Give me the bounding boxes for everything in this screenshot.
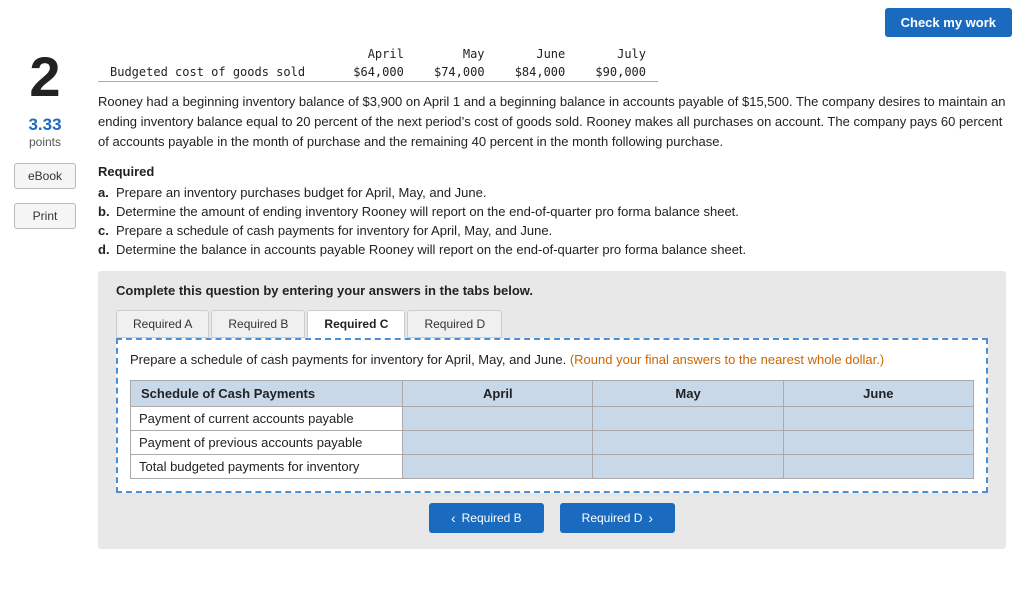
row3-june-cell[interactable] bbox=[783, 454, 973, 478]
required-item-d: d. Determine the balance in accounts pay… bbox=[98, 242, 1006, 257]
problem-text: Rooney had a beginning inventory balance… bbox=[98, 92, 1006, 152]
budget-april: $64,000 bbox=[335, 63, 416, 82]
next-button[interactable]: Required D › bbox=[560, 503, 675, 533]
required-text-a: Prepare an inventory purchases budget fo… bbox=[116, 185, 486, 200]
table-row: Total budgeted payments for inventory bbox=[131, 454, 974, 478]
print-button[interactable]: Print bbox=[14, 203, 76, 229]
row1-label: Payment of current accounts payable bbox=[131, 406, 403, 430]
row1-april-input[interactable] bbox=[403, 407, 592, 429]
required-letter-d: d. bbox=[98, 242, 116, 257]
tab-instruction: Prepare a schedule of cash payments for … bbox=[130, 350, 974, 370]
tab-required-b[interactable]: Required B bbox=[211, 310, 305, 338]
required-item-c: c. Prepare a schedule of cash payments f… bbox=[98, 223, 1006, 238]
check-my-work-button[interactable]: Check my work bbox=[885, 8, 1012, 37]
row1-june-cell[interactable] bbox=[783, 406, 973, 430]
required-list: a. Prepare an inventory purchases budget… bbox=[98, 185, 1006, 257]
row3-june-input[interactable] bbox=[784, 455, 973, 477]
row1-may-input[interactable] bbox=[593, 407, 782, 429]
row1-april-cell[interactable] bbox=[403, 406, 593, 430]
required-letter-a: a. bbox=[98, 185, 116, 200]
row3-may-cell[interactable] bbox=[593, 454, 783, 478]
prev-button[interactable]: ‹ Required B bbox=[429, 503, 544, 533]
row2-may-input[interactable] bbox=[593, 431, 782, 453]
row3-april-cell[interactable] bbox=[403, 454, 593, 478]
col-july: July bbox=[577, 45, 658, 63]
complete-box-text: Complete this question by entering your … bbox=[116, 283, 988, 298]
row2-label: Payment of previous accounts payable bbox=[131, 430, 403, 454]
nav-buttons: ‹ Required B Required D › bbox=[116, 503, 988, 533]
row3-label: Total budgeted payments for inventory bbox=[131, 454, 403, 478]
next-arrow-icon: › bbox=[648, 510, 653, 526]
points-value: 3.33 bbox=[28, 115, 61, 135]
schedule-col-may: May bbox=[593, 380, 783, 406]
row3-april-input[interactable] bbox=[403, 455, 592, 477]
points-label: points bbox=[29, 135, 61, 149]
required-letter-c: c. bbox=[98, 223, 116, 238]
budget-table-wrap: April May June July Budgeted cost of goo… bbox=[98, 45, 1006, 82]
required-item-a: a. Prepare an inventory purchases budget… bbox=[98, 185, 1006, 200]
col-may: May bbox=[416, 45, 497, 63]
ebook-button[interactable]: eBook bbox=[14, 163, 76, 189]
prev-label: Required B bbox=[462, 511, 522, 525]
required-heading: Required bbox=[98, 164, 1006, 179]
tab-required-c[interactable]: Required C bbox=[307, 310, 405, 338]
instruction-note: (Round your final answers to the nearest… bbox=[570, 352, 884, 367]
next-label: Required D bbox=[582, 511, 643, 525]
row2-april-cell[interactable] bbox=[403, 430, 593, 454]
col-april: April bbox=[335, 45, 416, 63]
prev-arrow-icon: ‹ bbox=[451, 510, 456, 526]
tab-required-d[interactable]: Required D bbox=[407, 310, 502, 338]
table-row: Payment of current accounts payable bbox=[131, 406, 974, 430]
required-item-b: b. Determine the amount of ending invent… bbox=[98, 204, 1006, 219]
schedule-col-label: Schedule of Cash Payments bbox=[131, 380, 403, 406]
question-number: 2 bbox=[29, 45, 60, 105]
row2-june-cell[interactable] bbox=[783, 430, 973, 454]
tab-required-a[interactable]: Required A bbox=[116, 310, 209, 338]
budget-june: $84,000 bbox=[497, 63, 578, 82]
budget-may: $74,000 bbox=[416, 63, 497, 82]
row2-may-cell[interactable] bbox=[593, 430, 783, 454]
row1-may-cell[interactable] bbox=[593, 406, 783, 430]
required-text-d: Determine the balance in accounts payabl… bbox=[116, 242, 746, 257]
instruction-text: Prepare a schedule of cash payments for … bbox=[130, 352, 566, 367]
col-june: June bbox=[497, 45, 578, 63]
table-row: Payment of previous accounts payable bbox=[131, 430, 974, 454]
row2-june-input[interactable] bbox=[784, 431, 973, 453]
tab-c-content: Prepare a schedule of cash payments for … bbox=[116, 338, 988, 493]
row3-may-input[interactable] bbox=[593, 455, 782, 477]
row1-june-input[interactable] bbox=[784, 407, 973, 429]
schedule-table: Schedule of Cash Payments April May June… bbox=[130, 380, 974, 479]
tabs-row: Required A Required B Required C Require… bbox=[116, 310, 988, 338]
complete-box: Complete this question by entering your … bbox=[98, 271, 1006, 549]
required-letter-b: b. bbox=[98, 204, 116, 219]
schedule-col-april: April bbox=[403, 380, 593, 406]
budget-july: $90,000 bbox=[577, 63, 658, 82]
budget-row-label: Budgeted cost of goods sold bbox=[98, 63, 335, 82]
required-text-b: Determine the amount of ending inventory… bbox=[116, 204, 739, 219]
required-text-c: Prepare a schedule of cash payments for … bbox=[116, 223, 552, 238]
row2-april-input[interactable] bbox=[403, 431, 592, 453]
schedule-col-june: June bbox=[783, 380, 973, 406]
